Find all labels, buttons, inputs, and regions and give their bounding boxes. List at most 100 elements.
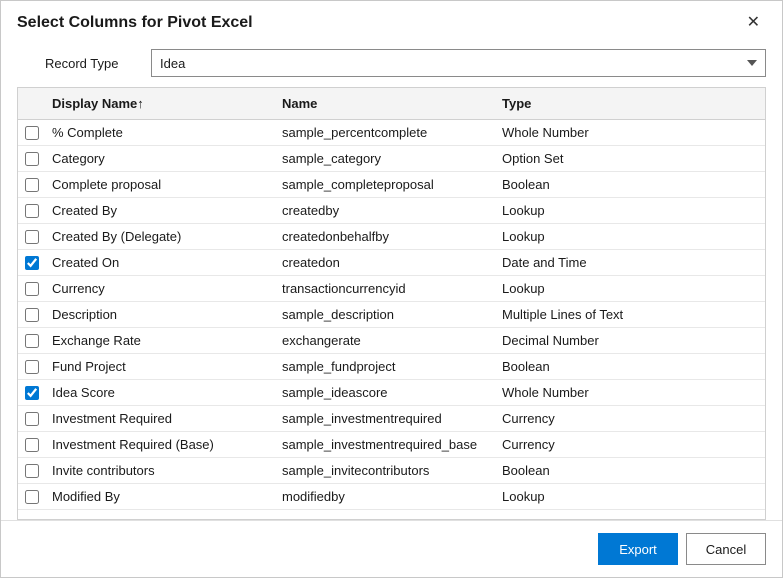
row-checkbox-cell[interactable] [18, 304, 46, 326]
record-type-label: Record Type [45, 56, 135, 71]
row-checkbox-4[interactable] [25, 230, 39, 244]
table-row: % Completesample_percentcompleteWhole Nu… [18, 120, 765, 146]
row-type: Whole Number [496, 381, 765, 404]
row-field-name: sample_ideascore [276, 381, 496, 404]
table-row: Idea Scoresample_ideascoreWhole Number [18, 380, 765, 406]
table-row: Exchange RateexchangerateDecimal Number [18, 328, 765, 354]
row-field-name: exchangerate [276, 329, 496, 352]
row-field-name: sample_fundproject [276, 355, 496, 378]
row-display-name: % Complete [46, 121, 276, 144]
row-checkbox-1[interactable] [25, 152, 39, 166]
row-type: Boolean [496, 355, 765, 378]
row-type: Lookup [496, 199, 765, 222]
row-field-name: sample_category [276, 147, 496, 170]
row-display-name: Investment Required [46, 407, 276, 430]
col-header-name: Name [276, 88, 496, 119]
dialog-footer: Export Cancel [1, 520, 782, 577]
row-checkbox-8[interactable] [25, 334, 39, 348]
row-checkbox-6[interactable] [25, 282, 39, 296]
row-field-name: sample_investmentrequired_base [276, 433, 496, 456]
row-display-name: Created By [46, 199, 276, 222]
row-checkbox-13[interactable] [25, 464, 39, 478]
row-type: Lookup [496, 277, 765, 300]
row-checkbox-cell[interactable] [18, 122, 46, 144]
row-type: Boolean [496, 173, 765, 196]
row-type: Lookup [496, 485, 765, 508]
row-type: Decimal Number [496, 329, 765, 352]
table-row: Complete proposalsample_completeproposal… [18, 172, 765, 198]
table-row: Modified BymodifiedbyLookup [18, 484, 765, 510]
row-display-name: Investment Required (Base) [46, 433, 276, 456]
row-checkbox-14[interactable] [25, 490, 39, 504]
export-button[interactable]: Export [598, 533, 678, 565]
table-row: Created OncreatedonDate and Time [18, 250, 765, 276]
columns-table: Display Name↑ Name Type % Completesample… [17, 87, 766, 520]
row-display-name: Exchange Rate [46, 329, 276, 352]
row-type: Boolean [496, 459, 765, 482]
row-checkbox-cell[interactable] [18, 460, 46, 482]
table-row: Invite contributorssample_invitecontribu… [18, 458, 765, 484]
row-field-name: sample_percentcomplete [276, 121, 496, 144]
row-type: Currency [496, 433, 765, 456]
dialog-title: Select Columns for Pivot Excel [17, 14, 253, 32]
row-type: Multiple Lines of Text [496, 303, 765, 326]
row-display-name: Description [46, 303, 276, 326]
row-checkbox-cell[interactable] [18, 252, 46, 274]
table-row: CurrencytransactioncurrencyidLookup [18, 276, 765, 302]
row-checkbox-7[interactable] [25, 308, 39, 322]
row-display-name: Currency [46, 277, 276, 300]
row-field-name: sample_completeproposal [276, 173, 496, 196]
row-display-name: Created On [46, 251, 276, 274]
col-header-type: Type [496, 88, 765, 119]
table-row: Created By (Delegate)createdonbehalfbyLo… [18, 224, 765, 250]
row-checkbox-3[interactable] [25, 204, 39, 218]
row-checkbox-cell[interactable] [18, 148, 46, 170]
row-checkbox-cell[interactable] [18, 356, 46, 378]
row-checkbox-cell[interactable] [18, 382, 46, 404]
table-row: Created BycreatedbyLookup [18, 198, 765, 224]
row-field-name: sample_invitecontributors [276, 459, 496, 482]
row-checkbox-cell[interactable] [18, 486, 46, 508]
row-field-name: sample_description [276, 303, 496, 326]
row-checkbox-cell[interactable] [18, 408, 46, 430]
close-button[interactable]: ✕ [741, 13, 766, 33]
col-header-checkbox [18, 88, 46, 119]
row-checkbox-cell[interactable] [18, 174, 46, 196]
row-checkbox-cell[interactable] [18, 434, 46, 456]
row-field-name: createdon [276, 251, 496, 274]
row-checkbox-9[interactable] [25, 360, 39, 374]
table-row: Investment Requiredsample_investmentrequ… [18, 406, 765, 432]
row-type: Date and Time [496, 251, 765, 274]
row-checkbox-0[interactable] [25, 126, 39, 140]
title-bar: Select Columns for Pivot Excel ✕ [1, 1, 782, 41]
row-checkbox-cell[interactable] [18, 278, 46, 300]
row-type: Option Set [496, 147, 765, 170]
row-display-name: Fund Project [46, 355, 276, 378]
row-field-name: transactioncurrencyid [276, 277, 496, 300]
row-display-name: Category [46, 147, 276, 170]
cancel-button[interactable]: Cancel [686, 533, 766, 565]
row-display-name: Idea Score [46, 381, 276, 404]
table-row: Fund Projectsample_fundprojectBoolean [18, 354, 765, 380]
row-display-name: Modified By [46, 485, 276, 508]
table-row: Investment Required (Base)sample_investm… [18, 432, 765, 458]
row-checkbox-10[interactable] [25, 386, 39, 400]
col-header-display-name: Display Name↑ [46, 88, 276, 119]
row-checkbox-12[interactable] [25, 438, 39, 452]
row-checkbox-2[interactable] [25, 178, 39, 192]
row-display-name: Invite contributors [46, 459, 276, 482]
table-row: Descriptionsample_descriptionMultiple Li… [18, 302, 765, 328]
record-type-select[interactable]: Idea [151, 49, 766, 77]
row-checkbox-cell[interactable] [18, 330, 46, 352]
row-type: Lookup [496, 225, 765, 248]
row-checkbox-cell[interactable] [18, 226, 46, 248]
table-body: % Completesample_percentcomplete Whole Nu… [18, 120, 765, 519]
row-type: Currency [496, 407, 765, 430]
row-display-name: Created By (Delegate) [46, 225, 276, 248]
row-checkbox-5[interactable] [25, 256, 39, 270]
row-checkbox-cell[interactable] [18, 200, 46, 222]
row-field-name: sample_investmentrequired [276, 407, 496, 430]
dialog: Select Columns for Pivot Excel ✕ Record … [0, 0, 783, 578]
row-checkbox-11[interactable] [25, 412, 39, 426]
table-header: Display Name↑ Name Type [18, 88, 765, 120]
